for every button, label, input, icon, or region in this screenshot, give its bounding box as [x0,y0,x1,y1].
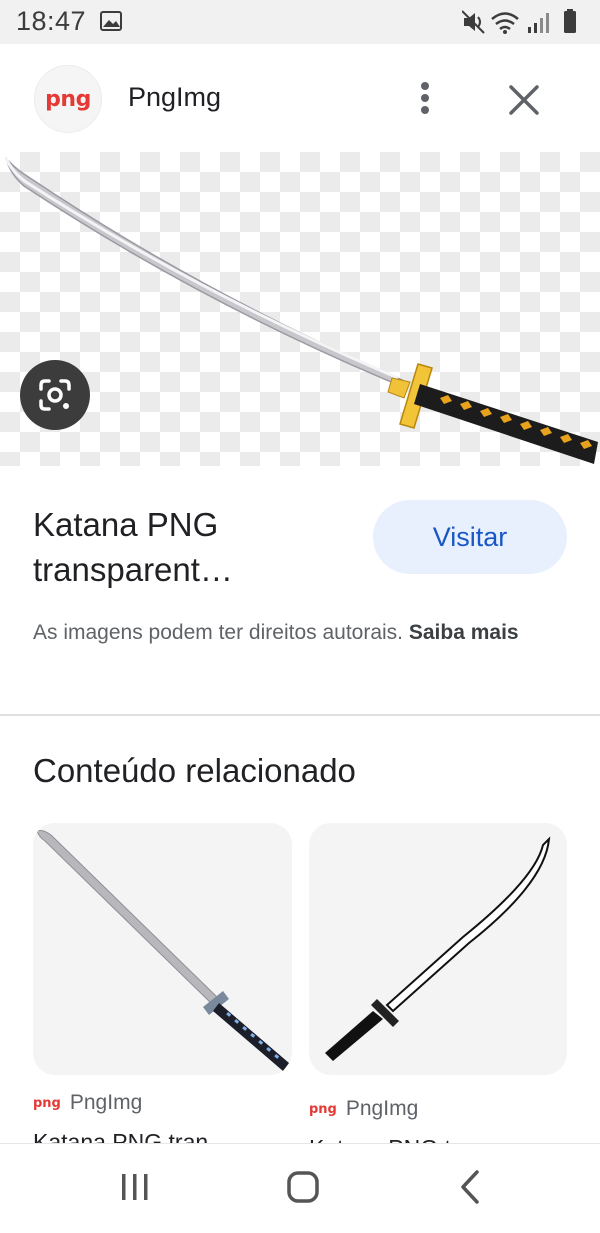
related-heading: Conteúdo relacionado [33,752,356,789]
related-source[interactable]: png PngImg [33,1091,142,1115]
katana-thumbnail [36,830,289,1071]
signal-icon [528,13,549,33]
divider [0,714,600,716]
close-icon[interactable] [504,80,544,120]
source-logo: png [309,1101,337,1117]
wifi-icon [491,12,519,34]
mute-icon [462,10,485,34]
more-vert-icon[interactable] [410,78,440,118]
related-card[interactable] [309,823,567,1075]
site-logo-text: png [45,86,91,112]
learn-more-link[interactable]: Saiba mais [409,621,519,644]
lens-icon [39,379,71,411]
battery-icon [564,9,576,33]
copyright-text: As imagens podem ter direitos autorais. [33,621,404,644]
preview-image[interactable] [0,152,600,466]
navigation-bar [0,1143,600,1233]
source-name: PngImg [345,1097,419,1120]
source-header: png PngImg [0,44,600,152]
gallery-icon [100,11,122,31]
status-bar: 18:47 [0,0,600,44]
lens-search-button[interactable] [20,360,90,430]
status-time: 18:47 [16,6,87,36]
related-caption[interactable]: Katana PNG tran [33,1127,263,1144]
visit-button[interactable]: Visitar [373,500,567,574]
site-logo[interactable]: png [34,65,102,133]
home-icon[interactable] [278,1166,328,1210]
copyright-notice: As imagens podem ter direitos autorais. … [33,617,573,649]
result-title[interactable]: Katana PNG transparent… [33,502,353,592]
related-source[interactable]: png PngImg [309,1097,418,1121]
recent-apps-icon[interactable] [110,1166,160,1210]
status-icons [462,9,576,34]
back-icon[interactable] [446,1166,496,1210]
source-logo: png [33,1095,61,1111]
site-name[interactable]: PngImg [128,82,221,113]
katana-outline-thumbnail [325,836,551,1061]
related-card[interactable] [33,823,292,1075]
source-name: PngImg [69,1091,143,1114]
katana-image [4,157,598,464]
